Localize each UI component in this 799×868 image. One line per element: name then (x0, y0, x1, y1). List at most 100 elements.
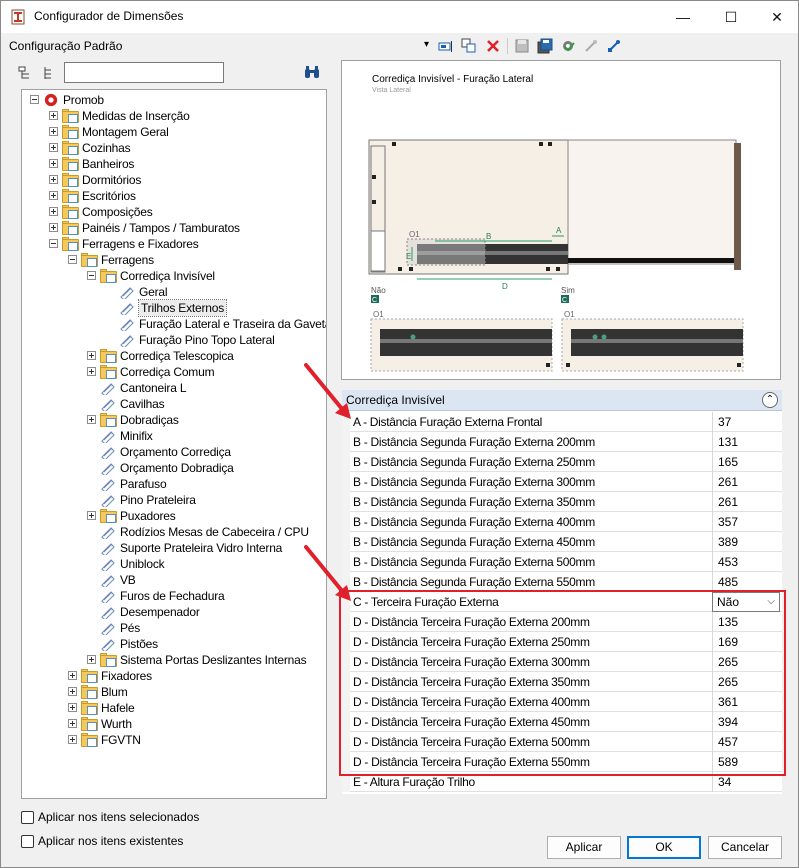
expand-icon[interactable] (68, 735, 77, 744)
tree-item[interactable]: Minifix (22, 428, 322, 444)
expand-all-icon[interactable] (17, 65, 35, 81)
config-dropdown-icon[interactable]: ▾ (424, 39, 429, 50)
collapse-icon[interactable] (68, 255, 77, 264)
property-row[interactable]: B - Distância Segunda Furação Externa 25… (342, 452, 782, 472)
category-header[interactable]: Corrediça Invisível ⌃ (342, 390, 782, 411)
tree-item[interactable]: Wurth (22, 716, 322, 732)
apply-existing-checkbox[interactable] (21, 835, 34, 848)
apply-selected-checkbox[interactable] (21, 811, 34, 824)
property-value[interactable]: 131 (718, 435, 738, 449)
apply-button[interactable]: Aplicar (547, 836, 621, 859)
tree-item[interactable]: Pés (22, 620, 322, 636)
expand-icon[interactable] (87, 511, 96, 520)
expand-icon[interactable] (87, 415, 96, 424)
tree-item[interactable]: FGVTN (22, 732, 322, 748)
tree-item[interactable]: Corrediça Comum (22, 364, 322, 380)
tree-item[interactable]: Geral (22, 284, 322, 300)
expand-icon[interactable] (68, 719, 77, 728)
tree-item[interactable]: Pino Prateleira (22, 492, 322, 508)
tree-item[interactable]: Cavilhas (22, 396, 322, 412)
expand-icon[interactable] (49, 127, 58, 136)
tree-item[interactable]: Desempenador (22, 604, 322, 620)
tree-item[interactable]: VB (22, 572, 322, 588)
category-tree[interactable]: Promob Medidas de Inserção Montagem Geral C… (21, 89, 327, 799)
tree-item[interactable]: Dobradiças (22, 412, 322, 428)
delete-config-icon[interactable] (485, 38, 501, 54)
save-all-icon[interactable] (537, 38, 553, 54)
tree-item[interactable]: Sistema Portas Deslizantes Internas (22, 652, 322, 668)
tree-item[interactable]: Uniblock (22, 556, 322, 572)
expand-icon[interactable] (68, 671, 77, 680)
property-value[interactable]: 34 (718, 775, 731, 789)
tree-item[interactable]: Orçamento Corrediça (22, 444, 322, 460)
tree-item[interactable]: Corrediça Telescopica (22, 348, 322, 364)
tree-item[interactable]: Painéis / Tampos / Tamburatos (22, 220, 322, 236)
property-row[interactable]: B - Distância Segunda Furação Externa 45… (342, 532, 782, 552)
tree-item[interactable]: Parafuso (22, 476, 322, 492)
tree-item[interactable]: Cozinhas (22, 140, 322, 156)
tree-item[interactable]: Promob (22, 92, 322, 108)
expand-icon[interactable] (68, 687, 77, 696)
tree-item[interactable]: Montagem Geral (22, 124, 322, 140)
collapse-icon[interactable] (87, 271, 96, 280)
expand-icon[interactable] (49, 207, 58, 216)
rename-config-icon[interactable] (438, 38, 454, 54)
property-row[interactable]: B - Distância Segunda Furação Externa 55… (342, 572, 782, 592)
expand-icon[interactable] (49, 111, 58, 120)
tree-item[interactable]: Pistões (22, 636, 322, 652)
cancel-button[interactable]: Cancelar (708, 836, 782, 859)
expand-icon[interactable] (49, 143, 58, 152)
expand-icon[interactable] (87, 351, 96, 360)
ok-button[interactable]: OK (627, 836, 701, 859)
collapse-category-icon[interactable]: ⌃ (762, 392, 778, 408)
tree-item[interactable]: Dormitórios (22, 172, 322, 188)
tree-item[interactable]: Orçamento Dobradiça (22, 460, 322, 476)
import-icon[interactable] (606, 38, 622, 54)
property-value[interactable]: 37 (718, 415, 731, 429)
maximize-button[interactable]: ☐ (708, 1, 754, 33)
minimize-button[interactable]: — (660, 1, 706, 33)
settings-check-icon[interactable] (560, 38, 576, 54)
tree-item[interactable]: Furação Pino Topo Lateral (22, 332, 322, 348)
tree-item[interactable]: Medidas de Inserção (22, 108, 322, 124)
property-value[interactable]: 261 (718, 495, 738, 509)
tree-item[interactable]: Furação Lateral e Traseira da Gaveta (22, 316, 326, 332)
property-value[interactable]: 453 (718, 555, 738, 569)
tree-item[interactable]: Blum (22, 684, 322, 700)
property-value[interactable]: 389 (718, 535, 738, 549)
tree-item[interactable]: Furos de Fechadura (22, 588, 322, 604)
tree-search-input[interactable] (64, 62, 224, 83)
tree-item[interactable]: Trilhos Externos (22, 299, 322, 317)
copy-config-icon[interactable] (461, 38, 477, 54)
property-row[interactable]: B - Distância Segunda Furação Externa 40… (342, 512, 782, 532)
collapse-icon[interactable] (30, 95, 39, 104)
expand-icon[interactable] (49, 175, 58, 184)
tree-item[interactable]: Ferragens e Fixadores (22, 236, 322, 252)
tree-item[interactable]: Rodízios Mesas de Cabeceira / CPU (22, 524, 322, 540)
expand-icon[interactable] (49, 191, 58, 200)
property-row[interactable]: B - Distância Segunda Furação Externa 30… (342, 472, 782, 492)
tree-item[interactable]: Composições (22, 204, 322, 220)
expand-icon[interactable] (68, 703, 77, 712)
collapse-icon[interactable] (49, 239, 58, 248)
tree-item[interactable]: Puxadores (22, 508, 322, 524)
property-row[interactable]: B - Distância Segunda Furação Externa 35… (342, 492, 782, 512)
tree-item[interactable]: Corrediça Invisível (22, 268, 322, 284)
property-row[interactable]: A - Distância Furação Externa Frontal 37 (342, 412, 782, 432)
property-value[interactable]: 485 (718, 575, 738, 589)
property-row[interactable]: B - Distância Segunda Furação Externa 50… (342, 552, 782, 572)
tree-item[interactable]: Cantoneira L (22, 380, 322, 396)
tree-item[interactable]: Escritórios (22, 188, 322, 204)
expand-icon[interactable] (87, 367, 96, 376)
tree-item[interactable]: Hafele (22, 700, 322, 716)
property-row[interactable]: B - Distância Segunda Furação Externa 20… (342, 432, 782, 452)
export-icon[interactable] (583, 38, 599, 54)
property-value[interactable]: 357 (718, 515, 738, 529)
tree-item[interactable]: Fixadores (22, 668, 322, 684)
save-icon[interactable] (514, 38, 530, 54)
tree-item[interactable]: Suporte Prateleira Vidro Interna (22, 540, 322, 556)
tree-item[interactable]: Banheiros (22, 156, 322, 172)
property-value[interactable]: 165 (718, 455, 738, 469)
expand-icon[interactable] (49, 159, 58, 168)
tree-item[interactable]: Ferragens (22, 252, 322, 268)
